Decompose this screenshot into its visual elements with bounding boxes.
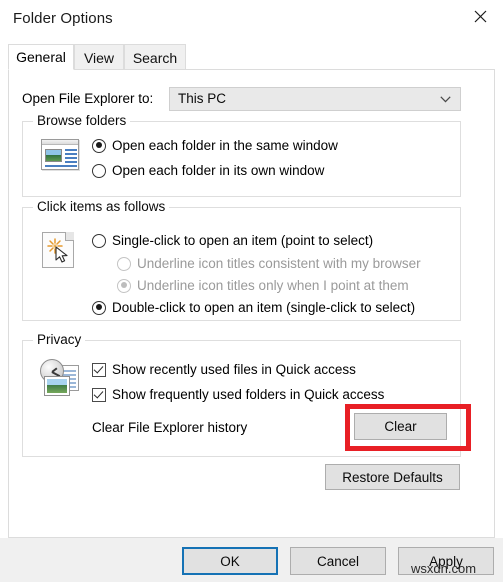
radio-underline-always: Underline icon titles consistent with my… [117,256,421,271]
checkbox-label: Show recently used files in Quick access [112,362,356,377]
radio-label: Double-click to open an item (single-cli… [112,300,416,315]
radio-same-window[interactable]: Open each folder in the same window [92,138,338,153]
checkbox-indicator [92,362,106,377]
apply-button[interactable]: Apply [398,547,494,575]
folder-window-icon [38,135,82,175]
tab-strip: General View Search [8,44,495,70]
chevron-down-icon [440,96,451,103]
checkbox-recent-files[interactable]: Show recently used files in Quick access [92,362,356,377]
checkbox-label: Show frequently used folders in Quick ac… [112,387,385,402]
radio-label: Single-click to open an item (point to s… [112,233,374,248]
radio-label: Open each folder in the same window [112,138,338,153]
radio-indicator [117,278,131,293]
open-explorer-value: This PC [178,91,227,106]
radio-label: Open each folder in its own window [112,163,325,178]
browse-folders-legend: Browse folders [33,113,131,128]
click-items-legend: Click items as follows [33,199,170,214]
close-icon [474,10,486,22]
radio-label: Underline icon titles only when I point … [137,278,409,293]
radio-indicator [92,163,106,178]
tab-view[interactable]: View [74,44,124,70]
tab-search[interactable]: Search [124,44,186,70]
clear-history-label: Clear File Explorer history [92,420,248,435]
radio-indicator [92,300,106,315]
checkbox-frequent-folders[interactable]: Show frequently used folders in Quick ac… [92,387,384,402]
radio-own-window[interactable]: Open each folder in its own window [92,163,324,178]
title-bar: Folder Options [0,0,503,38]
window-title: Folder Options [13,10,113,27]
open-explorer-label: Open File Explorer to: [22,91,154,106]
radio-indicator [92,138,106,153]
radio-indicator [117,256,131,271]
click-cursor-icon [38,229,82,269]
radio-indicator [92,233,106,248]
ok-button[interactable]: OK [182,547,278,575]
browse-folders-group: Browse folders [22,113,461,197]
cancel-button[interactable]: Cancel [290,547,386,575]
clear-button[interactable]: Clear [354,413,447,440]
close-button[interactable] [457,0,503,32]
radio-label: Underline icon titles consistent with my… [137,256,421,271]
radio-single-click[interactable]: Single-click to open an item (point to s… [92,233,373,248]
checkbox-indicator [92,387,106,402]
clock-history-icon [38,357,82,397]
radio-underline-hover: Underline icon titles only when I point … [117,278,409,293]
open-explorer-select[interactable]: This PC [169,87,461,111]
restore-defaults-button[interactable]: Restore Defaults [325,464,460,490]
tab-general[interactable]: General [8,44,74,70]
privacy-legend: Privacy [33,332,86,347]
radio-double-click[interactable]: Double-click to open an item (single-cli… [92,300,415,315]
mouse-pointer-icon [55,246,68,263]
